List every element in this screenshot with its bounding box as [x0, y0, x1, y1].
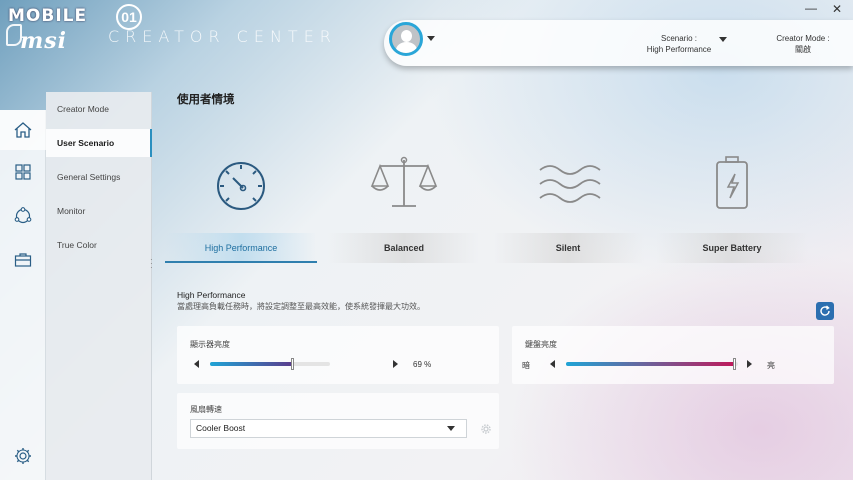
scenario-status-label: Scenario :: [660, 34, 698, 43]
keyboard-brightness-max-label: 亮: [767, 361, 775, 370]
scale-icon: [370, 156, 438, 207]
rail-dashboard[interactable]: [0, 152, 46, 192]
avatar[interactable]: [389, 22, 423, 56]
keyboard-brightness-decrease-icon[interactable]: [550, 360, 555, 368]
close-button[interactable]: ✕: [830, 3, 844, 15]
scenario-card-super-battery[interactable]: Super Battery: [656, 142, 808, 264]
gear-icon: [15, 448, 31, 464]
waves-icon: [539, 165, 601, 203]
keyboard-brightness-label: 鍵盤亮度: [525, 340, 557, 349]
rail-settings[interactable]: [0, 436, 46, 476]
icon-rail: [0, 110, 46, 480]
scenario-card-balanced[interactable]: Balanced: [328, 142, 480, 264]
display-brightness-decrease-icon[interactable]: [194, 360, 199, 368]
scenario-label: Balanced: [328, 233, 480, 263]
scenario-description-title: High Performance: [177, 290, 246, 300]
avatar-body-shape: [396, 42, 417, 53]
scenario-card-silent[interactable]: Silent: [492, 142, 644, 264]
display-brightness-panel: [177, 326, 499, 384]
page-title: 使用者情境: [177, 94, 235, 106]
rail-connect[interactable]: [0, 196, 46, 236]
subnav-item-user-scenario[interactable]: User Scenario: [46, 129, 152, 157]
keyboard-brightness-panel: [512, 326, 834, 384]
settings-subnav: Creator Mode User Scenario General Setti…: [46, 92, 152, 480]
display-brightness-slider[interactable]: [210, 358, 330, 370]
fan-speed-select[interactable]: Cooler Boost: [190, 419, 467, 438]
rail-home[interactable]: [0, 110, 46, 150]
app-header: MOBILE 01 msi CREATOR CENTER Scenario : …: [0, 0, 853, 90]
display-brightness-value: 69 %: [413, 360, 432, 369]
avatar-head-shape: [401, 30, 412, 42]
home-icon: [14, 122, 32, 138]
display-brightness-label: 顯示器亮度: [190, 340, 230, 349]
scenario-label: Silent: [492, 233, 644, 263]
scenario-description-text: 當處理高負載任務時，將設定調整至最高效能，使系統發揮最大功效。: [177, 302, 425, 311]
display-brightness-fill: [210, 362, 293, 366]
fan-speed-label: 風扇轉速: [190, 405, 222, 414]
scenario-label: Super Battery: [656, 233, 808, 263]
refresh-icon: [820, 305, 830, 316]
chevron-down-icon[interactable]: [447, 426, 455, 431]
creator-mode-label: Creator Mode :: [776, 34, 830, 43]
scenario-dropdown-caret-icon[interactable]: [719, 37, 727, 42]
subnav-item-general-settings[interactable]: General Settings: [46, 163, 152, 191]
keyboard-brightness-increase-icon[interactable]: [747, 360, 752, 368]
subnav-item-creator-mode[interactable]: Creator Mode: [46, 95, 152, 123]
display-brightness-increase-icon[interactable]: [393, 360, 398, 368]
scenario-status: Scenario : High Performance: [642, 33, 716, 55]
rail-toolbox[interactable]: [0, 240, 46, 280]
keyboard-brightness-min-label: 暗: [522, 361, 530, 370]
keyboard-brightness-handle[interactable]: [732, 358, 736, 370]
battery-icon: [716, 156, 748, 209]
panel-resize-grip[interactable]: · · ·: [150, 256, 154, 272]
avatar-dropdown-caret-icon[interactable]: [427, 36, 435, 41]
creator-mode-status: Creator Mode : 關啟: [770, 33, 836, 55]
keyboard-brightness-slider[interactable]: [566, 358, 738, 370]
scenario-status-value: High Performance: [646, 45, 712, 54]
speedometer-icon: [217, 162, 265, 210]
fan-settings-gear-icon[interactable]: [480, 423, 492, 435]
scenario-card-high-performance[interactable]: High Performance: [165, 142, 317, 264]
toolbox-icon: [14, 253, 32, 267]
creator-mode-value: 關啟: [795, 45, 811, 54]
scenario-label: High Performance: [165, 233, 317, 263]
minimize-button[interactable]: —: [804, 2, 818, 15]
grid-icon: [15, 164, 31, 180]
display-brightness-handle[interactable]: [290, 358, 294, 370]
msi-logo: msi: [20, 28, 68, 54]
reset-button[interactable]: [816, 302, 834, 320]
subnav-item-true-color[interactable]: True Color: [46, 231, 152, 259]
subnav-item-monitor[interactable]: Monitor: [46, 197, 152, 225]
keyboard-brightness-fill: [566, 362, 735, 366]
share-icon: [14, 207, 32, 224]
app-title: CREATOR CENTER: [108, 27, 337, 46]
